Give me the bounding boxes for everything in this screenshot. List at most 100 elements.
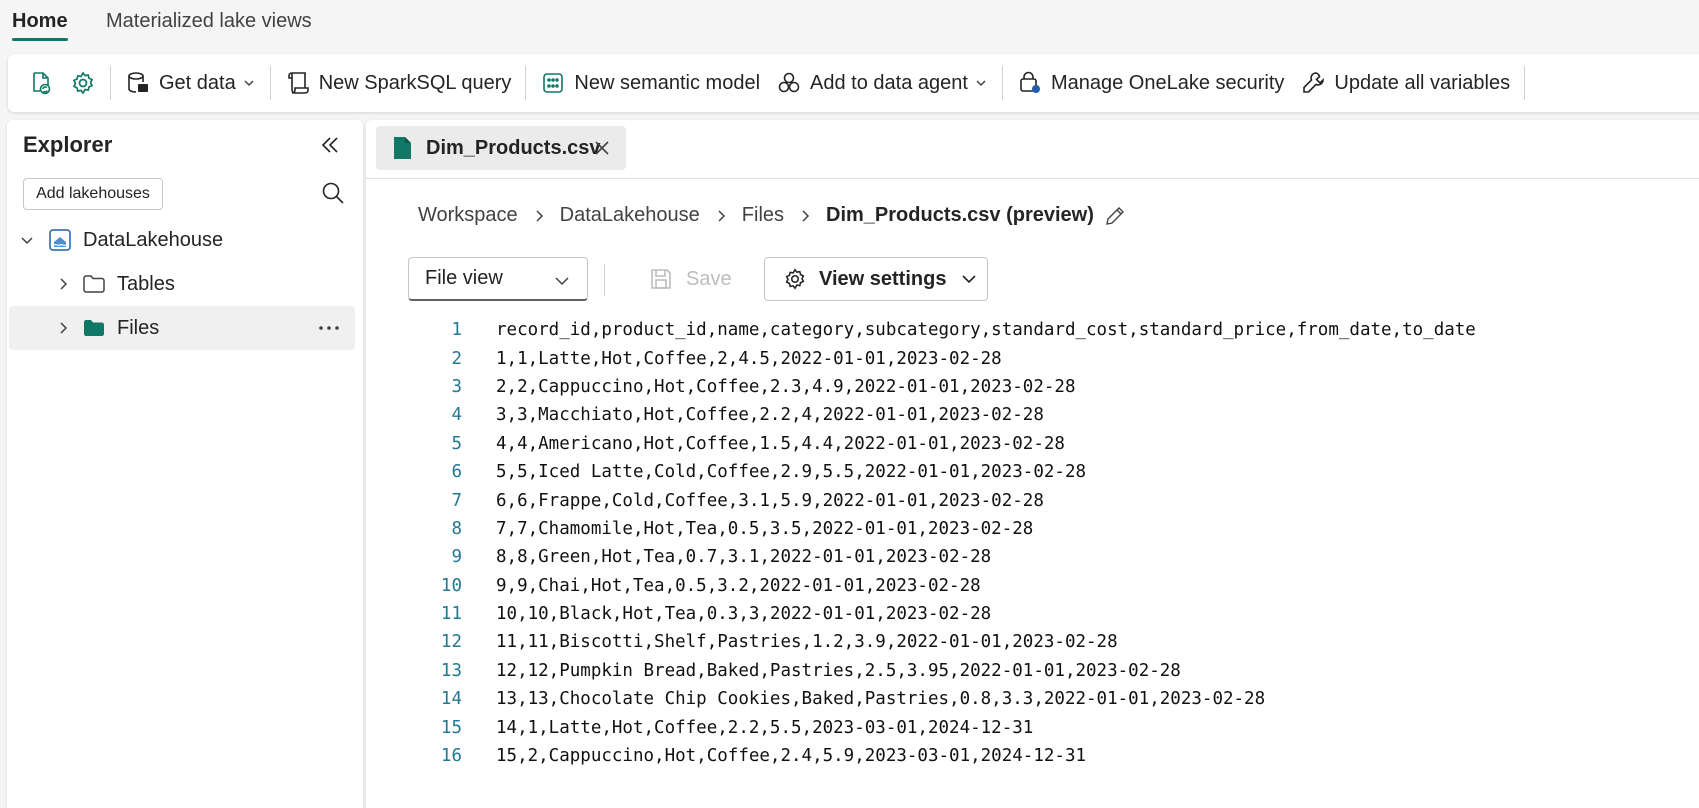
breadcrumb-workspace[interactable]: Workspace <box>418 204 518 227</box>
chevron-right-icon <box>60 322 68 334</box>
tab-divider <box>366 178 1699 179</box>
line-number: 6 <box>451 462 462 483</box>
top-tab-bar: Home Materialized lake views <box>0 0 1699 50</box>
chevron-right-icon <box>798 209 812 223</box>
line-number: 1 <box>451 320 462 341</box>
breadcrumb-files[interactable]: Files <box>742 204 784 227</box>
code-line: 8 7,7,Chamomile,Hot,Tea,0.5,3.5,2022-01-0… <box>366 515 1699 543</box>
database-icon <box>128 72 148 93</box>
line-text: 2,2,Cappuccino,Hot,Coffee,2.3,4.9,2022-0… <box>496 376 1076 397</box>
data-agent-icon <box>778 72 800 93</box>
tree-item-files[interactable]: Files <box>9 306 355 350</box>
line-number: 13 <box>440 660 462 681</box>
refresh-lakehouse-icon <box>33 72 51 95</box>
variables-icon <box>1303 72 1325 93</box>
line-text: 12,12,Pumpkin Bread,Baked,Pastries,2.5,3… <box>496 660 1181 681</box>
new-sparksql-query-button[interactable]: New SparkSQL query <box>277 62 520 104</box>
line-number: 4 <box>451 405 462 426</box>
close-tab-button[interactable] <box>592 138 612 164</box>
get-data-label: Get data <box>159 71 236 94</box>
save-button[interactable]: Save <box>648 262 732 296</box>
lakehouse-icon <box>49 229 71 251</box>
code-line: 7 6,6,Frappe,Cold,Coffee,3.1,5.9,2022-01-… <box>366 486 1699 514</box>
ribbon-separator <box>1524 66 1526 100</box>
line-text: 7,7,Chamomile,Hot,Tea,0.5,3.5,2022-01-01… <box>496 518 1034 539</box>
toolbar-separator <box>604 264 605 296</box>
collapse-explorer-button[interactable] <box>317 132 343 163</box>
code-line: 2 1,1,Latte,Hot,Coffee,2,4.5,2022-01-01,2… <box>366 344 1699 372</box>
tree-item-label: DataLakehouse <box>83 228 224 251</box>
tab-home[interactable]: Home <box>12 10 68 41</box>
line-number: 12 <box>440 632 462 653</box>
rename-button[interactable] <box>1104 205 1126 227</box>
tab-materialized-lake-views[interactable]: Materialized lake views <box>106 10 312 41</box>
settings-button[interactable] <box>62 62 104 104</box>
add-to-data-agent-label: Add to data agent <box>810 71 968 94</box>
update-all-variables-button[interactable]: Update all variables <box>1292 62 1518 104</box>
semantic-model-icon <box>543 73 564 93</box>
view-mode-value: File view <box>425 267 503 289</box>
new-sparksql-query-label: New SparkSQL query <box>318 71 512 94</box>
chevron-down-icon <box>962 275 977 284</box>
sparksql-query-icon <box>287 72 309 94</box>
line-text: 11,11,Biscotti,Shelf,Pastries,1.2,3.9,20… <box>496 632 1118 653</box>
save-icon <box>651 269 671 289</box>
tree-item-datalakehouse[interactable]: DataLakehouse <box>9 218 355 262</box>
close-icon <box>595 141 609 155</box>
save-label: Save <box>686 267 732 290</box>
explorer-panel: Explorer Add lakehouses DataLakehouse Ta… <box>7 120 363 808</box>
code-line: 1 record_id,product_id,name,category,subc… <box>366 316 1699 344</box>
pencil-icon <box>1105 206 1124 225</box>
add-lakehouses-button[interactable]: Add lakehouses <box>23 178 163 210</box>
chevron-right-icon <box>532 209 546 223</box>
line-number: 5 <box>451 433 462 454</box>
breadcrumb: Workspace DataLakehouse Files Dim_Produc… <box>418 204 1126 227</box>
code-line: 6 5,5,Iced Latte,Cold,Coffee,2.9,5.5,2022… <box>366 458 1699 486</box>
manage-onelake-security-button[interactable]: Manage OneLake security <box>1009 62 1292 104</box>
view-settings-label: View settings <box>819 267 947 290</box>
more-options-button[interactable] <box>317 318 341 344</box>
add-to-data-agent-button[interactable]: Add to data agent <box>768 62 996 104</box>
gear-icon <box>785 268 805 290</box>
new-semantic-model-button[interactable]: New semantic model <box>532 62 768 104</box>
refresh-lakehouse-button[interactable] <box>20 62 62 104</box>
code-line: 9 8,8,Green,Hot,Tea,0.7,3.1,2022-01-01,20… <box>366 543 1699 571</box>
tree-item-label: Files <box>117 316 160 339</box>
line-text: 9,9,Chai,Hot,Tea,0.5,3.2,2022-01-01,2023… <box>496 575 981 596</box>
view-settings-button[interactable]: View settings <box>764 257 988 301</box>
line-number: 7 <box>451 490 462 511</box>
chevron-right-icon <box>714 209 728 223</box>
search-icon <box>322 182 344 204</box>
ribbon-separator <box>1001 66 1003 100</box>
folder-icon <box>83 275 105 293</box>
tree-item-tables[interactable]: Tables <box>9 262 355 306</box>
code-line: 5 4,4,Americano,Hot,Coffee,1.5,4.4,2022-0… <box>366 430 1699 458</box>
line-number: 11 <box>440 604 462 625</box>
view-mode-select[interactable]: File view <box>408 257 588 301</box>
file-icon <box>394 137 411 159</box>
onelake-security-icon <box>1020 71 1040 93</box>
line-number: 16 <box>440 746 462 767</box>
line-number: 3 <box>451 376 462 397</box>
line-number: 2 <box>451 348 462 369</box>
code-line: 14 13,13,Chocolate Chip Cookies,Baked,Pas… <box>366 685 1699 713</box>
get-data-button[interactable]: Get data <box>117 62 264 104</box>
line-text: 15,2,Cappuccino,Hot,Coffee,2.4,5.9,2023-… <box>496 746 1087 767</box>
chevron-right-icon <box>60 278 68 290</box>
code-line: 13 12,12,Pumpkin Bread,Baked,Pastries,2.5… <box>366 657 1699 685</box>
line-number: 8 <box>451 518 462 539</box>
ribbon-toolbar: Get data New SparkSQL query New semantic… <box>8 54 1699 112</box>
line-number: 10 <box>440 575 462 596</box>
chevron-down-icon <box>21 237 33 245</box>
line-text: 6,6,Frappe,Cold,Coffee,3.1,5.9,2022-01-0… <box>496 490 1044 511</box>
line-text: 14,1,Latte,Hot,Coffee,2.2,5.5,2023-03-01… <box>496 717 1034 738</box>
line-text: 13,13,Chocolate Chip Cookies,Baked,Pastr… <box>496 689 1266 710</box>
file-content[interactable]: 1 record_id,product_id,name,category,subc… <box>366 316 1699 770</box>
code-line: 12 11,11,Biscotti,Shelf,Pastries,1.2,3.9,… <box>366 628 1699 656</box>
update-all-variables-label: Update all variables <box>1334 71 1511 94</box>
file-tab[interactable]: Dim_Products.csv <box>376 126 626 170</box>
line-text: 3,3,Macchiato,Hot,Coffee,2.2,4,2022-01-0… <box>496 405 1044 426</box>
search-button[interactable] <box>320 180 346 211</box>
code-line: 15 14,1,Latte,Hot,Coffee,2.2,5.5,2023-03-… <box>366 713 1699 741</box>
breadcrumb-datalakehouse[interactable]: DataLakehouse <box>560 204 700 227</box>
